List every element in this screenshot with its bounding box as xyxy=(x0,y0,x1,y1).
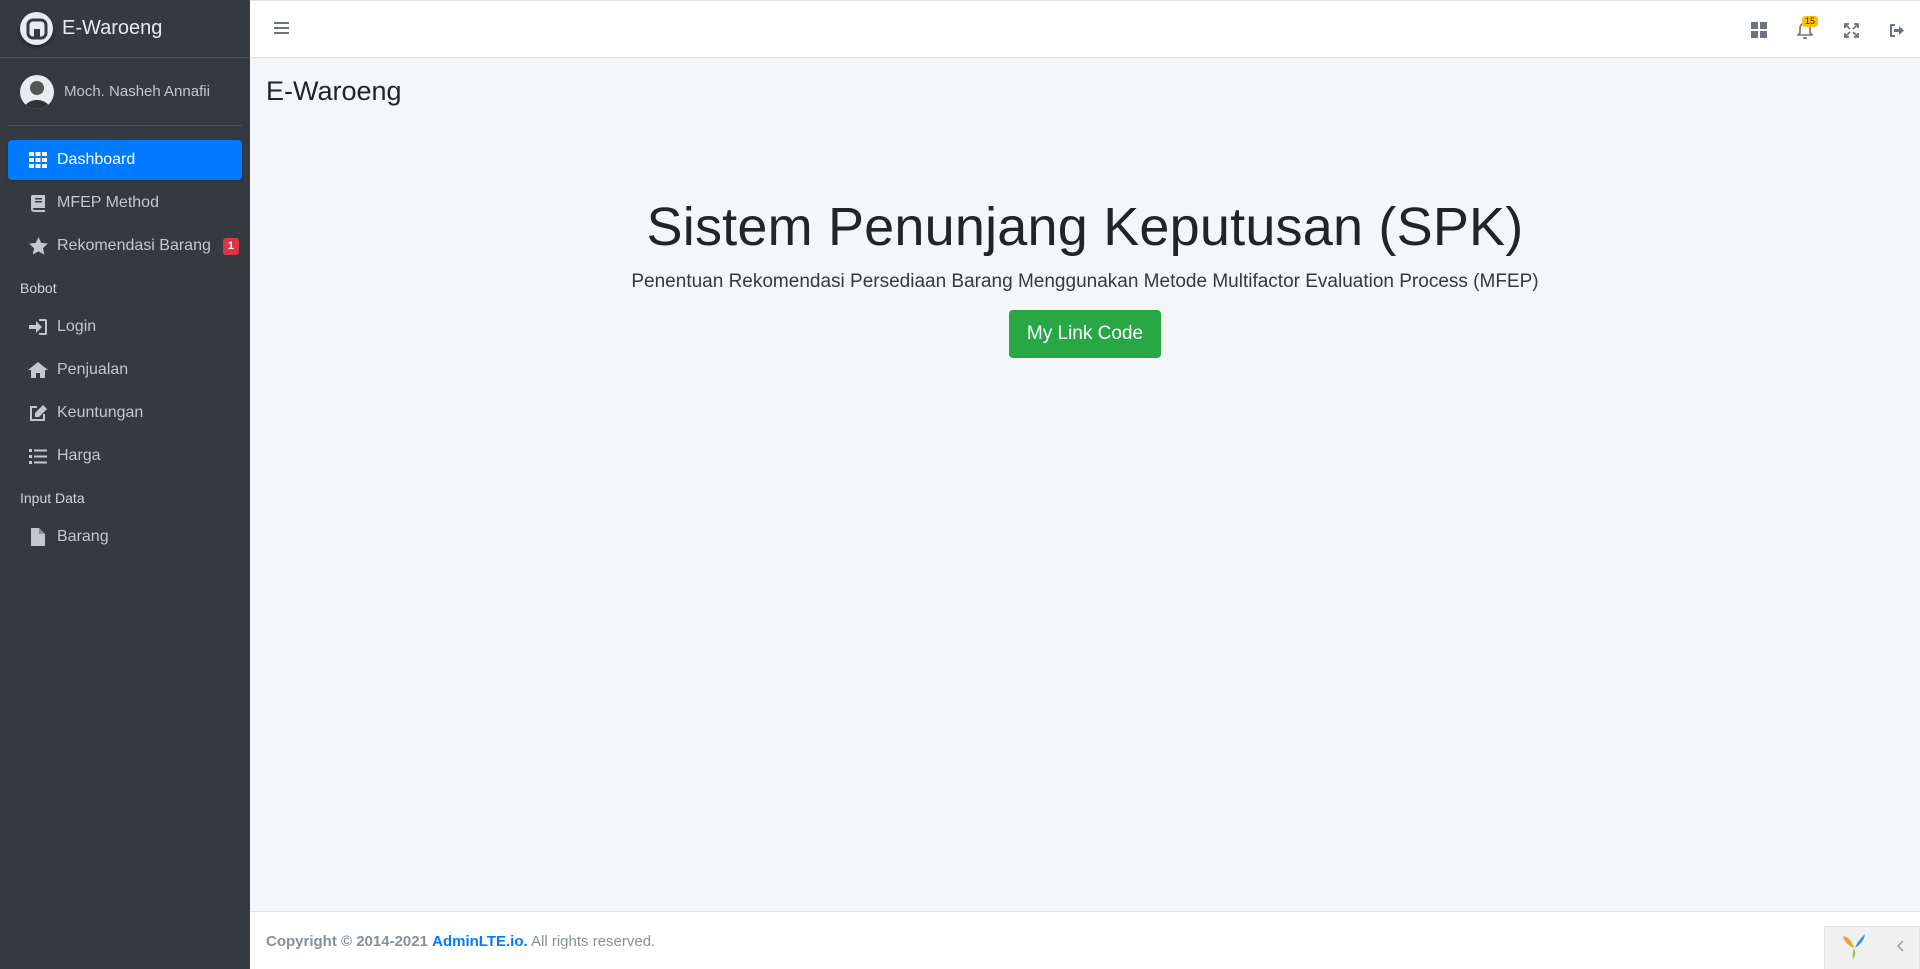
notifications-bell-icon[interactable]: 15 xyxy=(1782,10,1828,50)
sidebar-item-label: Barang xyxy=(57,528,109,545)
avatar xyxy=(20,74,54,109)
sidebar-nav: Dashboard MFEP Method Rekomendasi Barang… xyxy=(0,126,250,557)
count-badge: 1 xyxy=(222,237,239,255)
copyright-prefix: Copyright © 2014-2021 xyxy=(266,933,428,950)
apps-grid-icon[interactable] xyxy=(1736,10,1782,50)
nav-header-bobot: Bobot xyxy=(20,280,57,296)
rights-text: All rights reserved. xyxy=(531,933,656,950)
fullscreen-expand-icon[interactable] xyxy=(1828,10,1874,50)
sidebar-item-harga[interactable]: Harga xyxy=(8,436,242,476)
sidebar-item-label: Login xyxy=(57,318,97,335)
main-sidebar: E-Waroeng Moch. Nasheh Annafii Dashboard… xyxy=(0,0,250,969)
sidebar-item-keuntungan[interactable]: Keuntungan xyxy=(8,393,242,433)
sidebar-item-rekomendasi-barang[interactable]: Rekomendasi Barang 1 xyxy=(8,226,242,266)
sidebar-item-label: Keuntungan xyxy=(57,404,144,421)
top-navbar: 15 xyxy=(250,0,1920,58)
menu-toggle-icon[interactable] xyxy=(274,21,289,40)
user-panel[interactable]: Moch. Nasheh Annafii xyxy=(8,58,242,126)
sidebar-item-label: Rekomendasi Barang xyxy=(57,237,211,254)
brand-logo-icon xyxy=(20,12,53,45)
sidebar-item-mfep-method[interactable]: MFEP Method xyxy=(8,183,242,223)
hero-title: Sistem Penunjang Keputusan (SPK) xyxy=(646,197,1524,257)
main-footer: Copyright © 2014-2021 AdminLTE.io. All r… xyxy=(250,911,1920,969)
copyright: Copyright © 2014-2021 AdminLTE.io. All r… xyxy=(266,933,655,950)
navbar-right-icons: 15 xyxy=(1736,1,1920,59)
sidebar-item-penjualan[interactable]: Penjualan xyxy=(8,350,242,390)
list-icon xyxy=(28,446,48,466)
adminlte-link[interactable]: AdminLTE.io. xyxy=(432,933,528,950)
sidebar-item-label: Harga xyxy=(57,447,101,464)
brand-link[interactable]: E-Waroeng xyxy=(0,0,250,58)
logout-icon[interactable] xyxy=(1874,10,1920,50)
sidebar-item-login[interactable]: Login xyxy=(8,307,242,347)
nav-header-input-data: Input Data xyxy=(20,490,85,506)
debug-toolbar[interactable] xyxy=(1824,926,1920,969)
sign-in-icon xyxy=(28,317,48,337)
th-grid-icon xyxy=(28,150,48,170)
book-icon xyxy=(28,193,48,213)
star-icon xyxy=(28,236,48,256)
file-icon xyxy=(28,527,48,547)
home-icon xyxy=(28,360,48,380)
content-wrapper: E-Waroeng Sistem Penunjang Keputusan (SP… xyxy=(250,58,1920,911)
page-title: E-Waroeng xyxy=(266,76,402,106)
jumbotron: Sistem Penunjang Keputusan (SPK) Penentu… xyxy=(250,197,1920,359)
sidebar-item-label: Dashboard xyxy=(57,151,136,168)
sidebar-item-label: Penjualan xyxy=(57,361,129,378)
notification-badge: 15 xyxy=(1801,16,1818,27)
yii-logo-icon xyxy=(1839,931,1869,966)
sidebar-item-dashboard[interactable]: Dashboard xyxy=(8,140,242,180)
sidebar-item-barang[interactable]: Barang xyxy=(8,517,242,557)
edit-icon xyxy=(28,403,48,423)
hero-subtitle: Penentuan Rekomendasi Persediaan Barang … xyxy=(631,271,1539,293)
brand-name: E-Waroeng xyxy=(62,17,163,39)
sidebar-item-label: MFEP Method xyxy=(57,194,159,211)
user-name: Moch. Nasheh Annafii xyxy=(64,83,210,100)
my-link-code-button[interactable]: My Link Code xyxy=(1008,310,1162,359)
chevron-left-icon[interactable] xyxy=(1896,939,1906,957)
